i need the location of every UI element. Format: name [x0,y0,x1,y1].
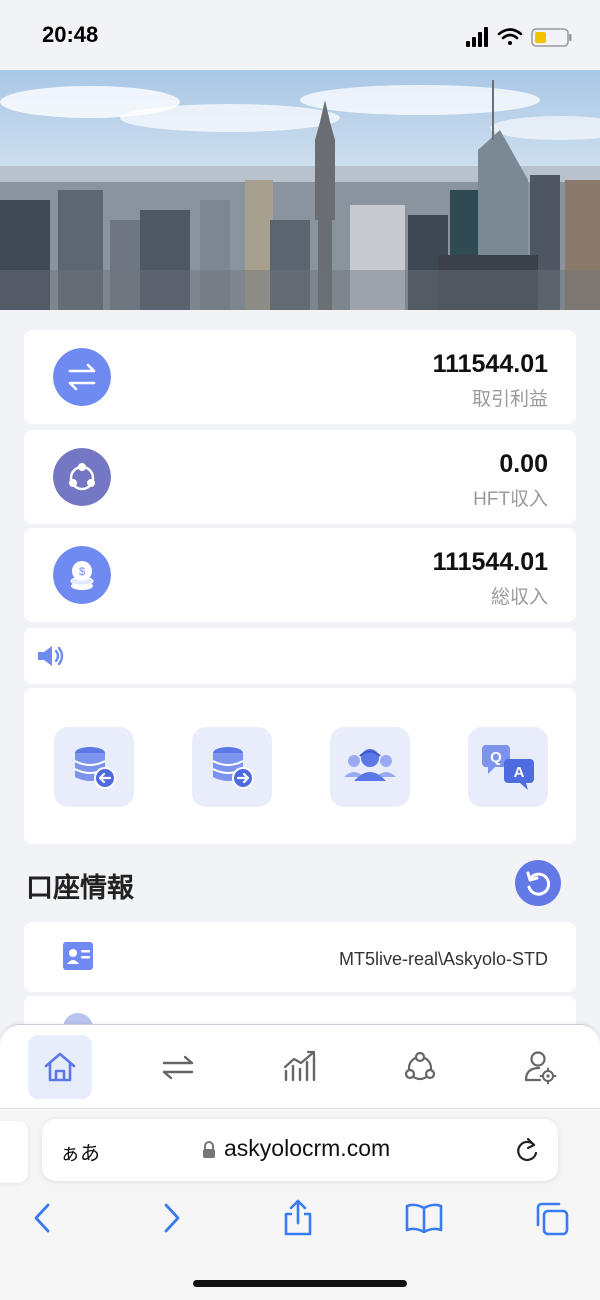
stat-card-total-income: $ 111544.01 総収入 [24,528,576,622]
refresh-button[interactable] [515,860,561,906]
stat-card-hft-income: 0.00 HFT収入 [24,430,576,524]
qa-button[interactable]: Q A [468,727,548,807]
coins-stack-icon: $ [53,546,111,604]
account-server-value: MT5live-real\Askyolo-STD [338,949,548,969]
share-icon[interactable] [282,1197,314,1237]
back-icon[interactable] [28,1201,56,1235]
tabs-icon[interactable] [534,1201,570,1237]
tab-market[interactable] [268,1035,332,1099]
bookmarks-icon[interactable] [404,1201,444,1235]
status-icons [466,27,572,47]
stat-card-trading-profit: 111544.01 取引利益 [24,330,576,424]
reload-icon[interactable] [514,1136,540,1164]
hft-income-value: 0.00 [499,450,548,478]
deposit-button[interactable] [54,727,134,807]
wifi-icon [497,28,523,45]
tab-network[interactable] [388,1035,452,1099]
tab-profile[interactable] [508,1035,572,1099]
address-bar[interactable]: ぁあ askyolocrm.com [42,1119,558,1181]
user-settings-icon [524,1051,557,1085]
team-users-icon [344,749,396,781]
hero-banner [0,70,600,310]
chart-trend-icon [283,1050,316,1082]
withdraw-button[interactable] [192,727,272,807]
svg-text:A: A [514,764,525,781]
status-bar: 20:48 [0,0,600,70]
forward-icon[interactable] [158,1201,186,1235]
svg-text:$: $ [79,566,85,578]
withdraw-database-icon [212,747,254,789]
network-icon [404,1051,436,1081]
qa-chat-icon: Q A [482,745,534,790]
lock-icon [203,1141,215,1158]
url-text: askyolocrm.com [224,1135,391,1161]
tab-transfer[interactable] [146,1035,210,1099]
city-skyline-image [0,70,600,310]
total-income-label: 総収入 [490,587,548,608]
notice-bar[interactable] [24,628,576,684]
trading-profit-label: 取引利益 [471,389,548,410]
speaker-icon [38,646,64,666]
deposit-database-icon [74,747,116,789]
account-section-title: 口座情報 [26,873,134,903]
team-button[interactable] [330,727,410,807]
total-income-value: 111544.01 [432,548,548,576]
status-time: 20:48 [42,22,99,47]
svg-text:Q: Q [490,749,502,766]
browser-toolbar: ぁあ askyolocrm.com [0,1108,600,1300]
hft-income-label: HFT収入 [473,489,548,510]
battery-icon [531,28,572,47]
account-server-row: MT5live-real\Askyolo-STD [24,922,576,992]
previous-tab-preview[interactable] [0,1121,28,1183]
home-indicator [193,1280,407,1287]
trading-profit-value: 111544.01 [432,350,548,378]
refresh-icon [526,871,551,896]
tab-home[interactable] [28,1035,92,1099]
home-icon [44,1052,76,1082]
bottom-tab-bar [0,1024,600,1109]
cellular-signal-icon [466,27,488,47]
id-card-icon [63,942,93,970]
shortcut-panel: Q A [24,688,576,844]
transfer-icon [162,1055,194,1080]
network-nodes-icon [53,448,111,506]
swap-arrows-icon [53,348,111,406]
reader-options-button[interactable]: ぁあ [60,1137,100,1166]
